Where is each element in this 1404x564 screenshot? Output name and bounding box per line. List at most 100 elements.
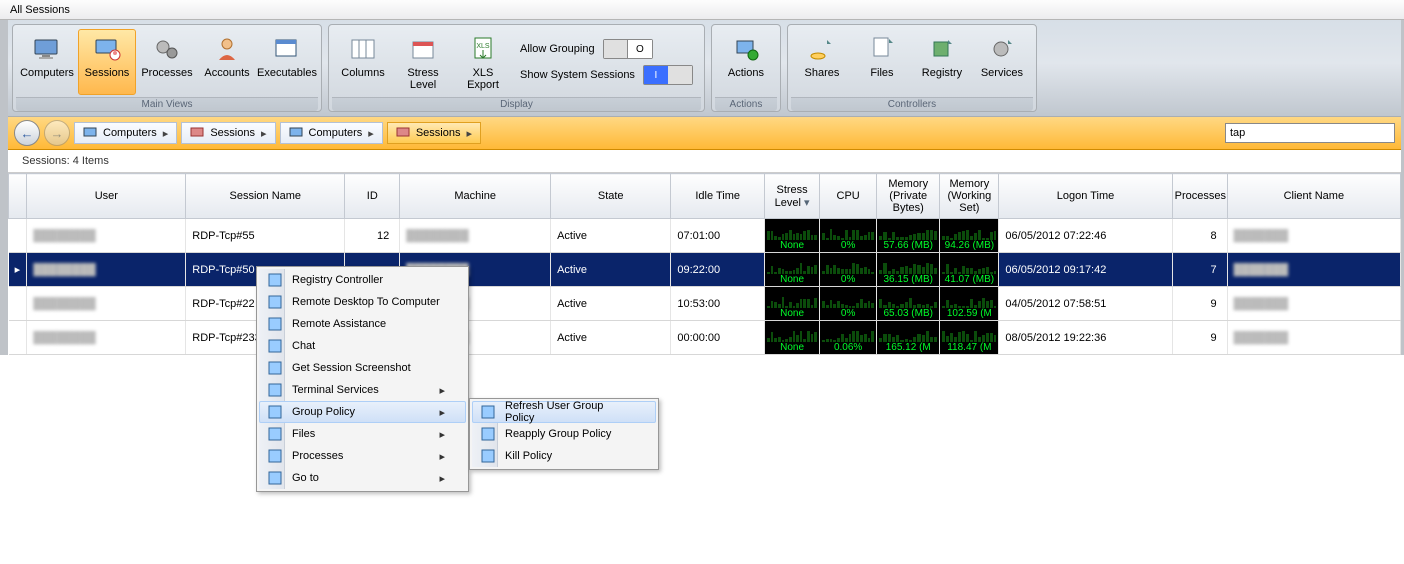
menu-item-remote-assistance[interactable]: Remote Assistance	[259, 313, 466, 335]
services-button-label: Services	[981, 67, 1023, 79]
th-rowhead[interactable]	[9, 174, 27, 219]
toggle-off-indicator: O	[627, 40, 652, 58]
xls-export-button[interactable]: XLS XLS Export	[454, 29, 512, 95]
menu-item-label: Reapply Group Policy	[505, 428, 611, 440]
th-machine[interactable]: Machine	[400, 174, 551, 219]
services-button[interactable]: Services	[973, 29, 1031, 95]
cell-machine: ████████	[400, 219, 551, 253]
cell-client: ███████	[1227, 253, 1400, 287]
actions-button[interactable]: Actions	[717, 29, 775, 95]
menu-item-chat[interactable]: Chat	[259, 335, 466, 357]
cell-logon: 08/05/2012 19:22:36	[999, 321, 1172, 355]
th-mpb[interactable]: Memory (Private Bytes)	[877, 174, 940, 219]
th-cpu[interactable]: CPU	[820, 174, 877, 219]
sessions-button-label: Sessions	[85, 67, 130, 79]
breadcrumb-label: Computers	[309, 127, 363, 139]
menu-item-refresh-user-group-policy[interactable]: Refresh User Group Policy	[472, 401, 656, 423]
processes-button[interactable]: Processes	[138, 29, 196, 95]
rdp-icon	[266, 293, 284, 311]
cell-state: Active	[551, 321, 671, 355]
table-row[interactable]: ████████RDP-Tcp#22████████Active10:53:00…	[9, 287, 1401, 321]
menu-item-kill-policy[interactable]: Kill Policy	[472, 445, 656, 467]
shares-button[interactable]: Shares	[793, 29, 851, 95]
th-client[interactable]: Client Name	[1227, 174, 1400, 219]
cell-stress: None	[765, 321, 820, 355]
sessions-button[interactable]: Sessions	[78, 29, 136, 95]
cell-stress: None	[765, 253, 820, 287]
computers-button[interactable]: Computers	[18, 29, 76, 95]
show-system-sessions-toggle[interactable]: I	[643, 65, 693, 85]
nav-back-button[interactable]: ←	[14, 120, 40, 146]
ribbon-group-main-views-label: Main Views	[16, 97, 318, 111]
status-bar: Sessions: 4 Items	[8, 150, 1401, 173]
cell-stress: None	[765, 219, 820, 253]
cell-cpu: 0%	[820, 219, 877, 253]
th-mws[interactable]: Memory (Working Set)	[940, 174, 999, 219]
xls-icon: XLS	[467, 33, 499, 65]
executables-button[interactable]: Executables	[258, 29, 316, 95]
th-user[interactable]: User	[27, 174, 186, 219]
table-row[interactable]: ▸████████RDP-Tcp#50████████Active09:22:0…	[9, 253, 1401, 287]
sessions-table: User Session Name ID Machine State Idle …	[8, 173, 1401, 355]
columns-button-label: Columns	[341, 67, 384, 79]
cell-idle: 10:53:00	[671, 287, 765, 321]
cell-state: Active	[551, 253, 671, 287]
allow-grouping-label: Allow Grouping	[520, 43, 595, 55]
cell-logon: 06/05/2012 07:22:46	[999, 219, 1172, 253]
th-stress[interactable]: Stress Level ▾	[765, 174, 820, 219]
th-logon[interactable]: Logon Time	[999, 174, 1172, 219]
monitor-icon	[83, 126, 97, 140]
menu-item-terminal-services[interactable]: Terminal Services▸	[259, 379, 466, 401]
reapply-icon	[479, 425, 497, 443]
computers-button-label: Computers	[20, 67, 74, 79]
allow-grouping-toggle[interactable]: O	[603, 39, 653, 59]
session-icon	[396, 126, 410, 140]
th-idle[interactable]: Idle Time	[671, 174, 765, 219]
registry-button[interactable]: Registry	[913, 29, 971, 95]
th-session-name[interactable]: Session Name	[186, 174, 345, 219]
screenshot-icon	[266, 359, 284, 377]
cell-processes: 8	[1172, 219, 1227, 253]
files-icon	[266, 425, 284, 443]
breadcrumb-item[interactable]: Computers▸	[74, 122, 177, 144]
table-row[interactable]: ████████RDP-Tcp#5512████████Active07:01:…	[9, 219, 1401, 253]
th-id[interactable]: ID	[345, 174, 400, 219]
menu-item-reapply-group-policy[interactable]: Reapply Group Policy	[472, 423, 656, 445]
menu-item-label: Refresh User Group Policy	[505, 400, 635, 424]
cell-mpb: 65.03 (MB)	[877, 287, 940, 321]
search-input[interactable]	[1225, 123, 1395, 143]
registry-icon	[926, 33, 958, 65]
context-menu[interactable]: Registry ControllerRemote Desktop To Com…	[256, 266, 469, 492]
breadcrumb-item-active[interactable]: Sessions▸	[387, 122, 481, 144]
breadcrumb-item[interactable]: Sessions▸	[181, 122, 275, 144]
cell-cpu: 0.06%	[820, 321, 877, 355]
menu-item-go-to[interactable]: Go to▸	[259, 467, 466, 489]
services-icon	[986, 33, 1018, 65]
menu-item-group-policy[interactable]: Group Policy▸	[259, 401, 466, 423]
cell-state: Active	[551, 219, 671, 253]
breadcrumb-label: Sessions	[416, 127, 461, 139]
stress-level-button[interactable]: Stress Level	[394, 29, 452, 95]
cell-mpb: 165.12 (M	[877, 321, 940, 355]
table-row[interactable]: ████████RDP-Tcp#233████████Active00:00:0…	[9, 321, 1401, 355]
menu-item-files[interactable]: Files▸	[259, 423, 466, 445]
cell-logon: 06/05/2012 09:17:42	[999, 253, 1172, 287]
accounts-button[interactable]: Accounts	[198, 29, 256, 95]
registry-button-label: Registry	[922, 67, 962, 79]
menu-item-get-session-screenshot[interactable]: Get Session Screenshot	[259, 357, 466, 379]
menu-item-remote-desktop-to-computer[interactable]: Remote Desktop To Computer	[259, 291, 466, 313]
th-proc[interactable]: Processes	[1172, 174, 1227, 219]
breadcrumb-label: Sessions	[210, 127, 255, 139]
menu-item-registry-controller[interactable]: Registry Controller	[259, 269, 466, 291]
breadcrumb-item[interactable]: Computers▸	[280, 122, 383, 144]
processes-button-label: Processes	[141, 67, 192, 79]
context-submenu[interactable]: Refresh User Group Policy Reapply Group P…	[469, 398, 659, 470]
nav-forward-button[interactable]: →	[44, 120, 70, 146]
files-button-label: Files	[870, 67, 893, 79]
files-button[interactable]: Files	[853, 29, 911, 95]
files-icon	[866, 33, 898, 65]
th-state[interactable]: State	[551, 174, 671, 219]
menu-item-processes[interactable]: Processes▸	[259, 445, 466, 467]
toggle-on-indicator: I	[644, 66, 668, 84]
columns-button[interactable]: Columns	[334, 29, 392, 95]
